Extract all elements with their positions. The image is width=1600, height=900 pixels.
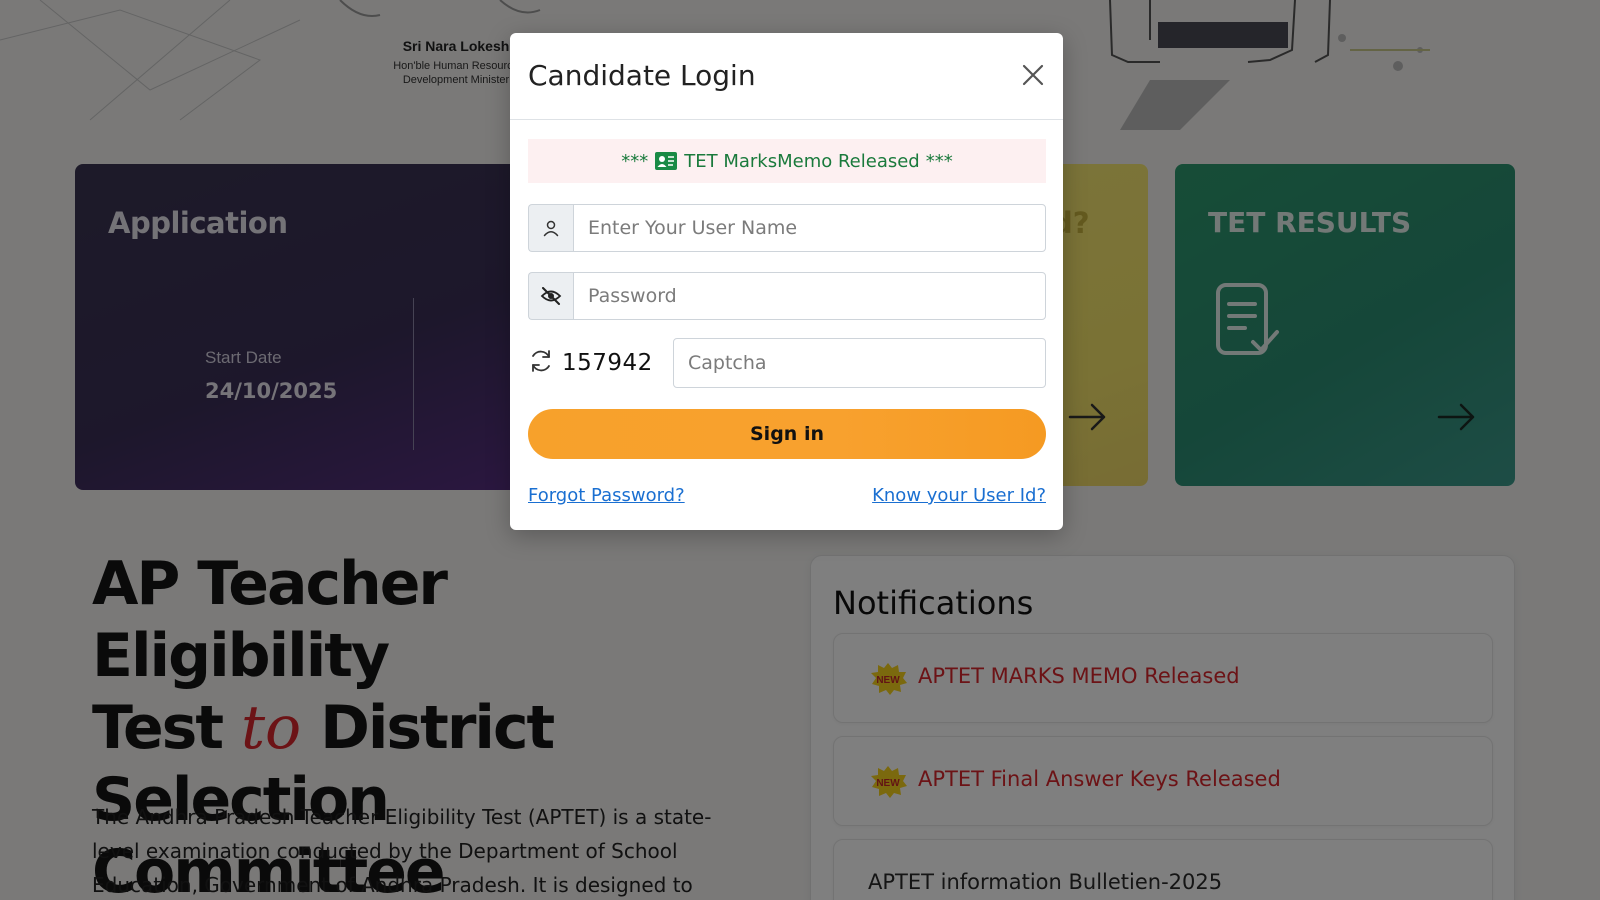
captcha-input[interactable]	[673, 338, 1046, 388]
user-icon	[543, 220, 559, 237]
id-card-icon	[655, 152, 678, 170]
alert-prefix: ***	[621, 150, 649, 172]
captcha-row: 157942	[528, 338, 1046, 388]
password-input[interactable]	[573, 272, 1046, 320]
username-group	[528, 204, 1046, 252]
modal-header: Candidate Login	[510, 33, 1063, 120]
eye-slash-icon	[540, 287, 562, 305]
modal-title: Candidate Login	[528, 59, 756, 92]
captcha-code: 157942	[562, 350, 653, 376]
username-input[interactable]	[573, 204, 1046, 252]
login-modal: Candidate Login *** TET MarksMemo Releas…	[510, 33, 1063, 530]
password-toggle[interactable]	[528, 272, 573, 320]
alert-text: TET MarksMemo Released	[684, 150, 920, 172]
username-addon	[528, 204, 573, 252]
sign-in-button[interactable]: Sign in	[528, 409, 1046, 459]
alert-suffix: ***	[925, 150, 953, 172]
marksmemo-alert: *** TET MarksMemo Released ***	[528, 139, 1046, 183]
know-user-id-link[interactable]: Know your User Id?	[872, 485, 1046, 506]
forgot-password-link[interactable]: Forgot Password?	[528, 485, 685, 506]
refresh-icon[interactable]	[528, 348, 554, 374]
close-icon[interactable]	[1019, 61, 1047, 89]
password-group	[528, 272, 1046, 320]
